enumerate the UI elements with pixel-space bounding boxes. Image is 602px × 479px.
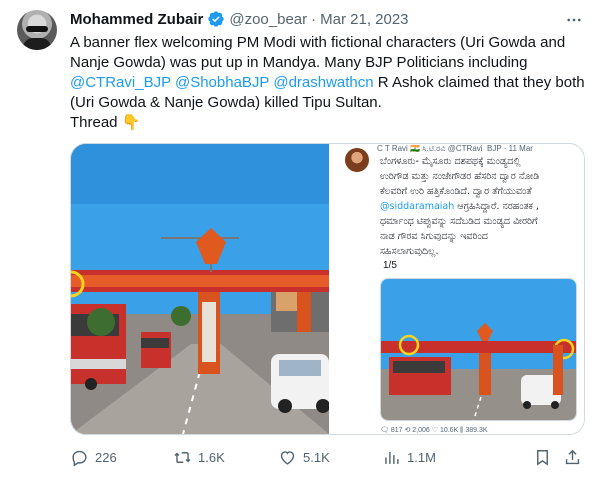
embedded-tweet-text: ಬೆಂಗಳೂರು- ಮೈಸೂರು ದಶಪಥಕ್ಕೆ ಮಂಡ್ಯದಲ್ಲಿ ಉರಿ… bbox=[380, 154, 580, 259]
tweet-text-line-5: Thread 👇 bbox=[70, 114, 141, 131]
like-count: 5.1K bbox=[303, 449, 330, 465]
embedded-action-counts: 🗨 817 ⟲ 2,006 ♡ 10.6K ⫼ 389.3K bbox=[380, 427, 488, 434]
share-button[interactable] bbox=[563, 446, 588, 468]
verified-badge-icon bbox=[208, 11, 225, 27]
embedded-pager: 1/5 bbox=[383, 260, 397, 271]
tweet[interactable]: Mohammed Zubair @zoo_bear · Mar 21, 2023… bbox=[0, 0, 602, 479]
retweet-button[interactable]: 1.6K bbox=[173, 446, 225, 468]
embedded-line-6: ನಾಡ ಗೌರವ ಸಿಗುವುದನ್ನು ಇವರಿಂದ bbox=[380, 231, 488, 242]
tweet-text-line-3-tail: R Ashok claimed that they both bbox=[373, 74, 585, 91]
avatar-glasses bbox=[26, 26, 48, 32]
retweet-count: 1.6K bbox=[198, 449, 225, 465]
tweet-text-line-3: @CTRavi_BJP @ShobhaBJP @drashwathcn R As… bbox=[70, 73, 590, 93]
embedded-header: C T Ravi 🇮🇳 ಸಿ.ಟಿ.ರವಿ @CTRavi_BJP · 11 M… bbox=[377, 144, 533, 152]
embedded-line-1: ಬೆಂಗಳೂರು- ಮೈಸೂರು ದಶಪಥಕ್ಕೆ ಮಂಡ್ಯದಲ್ಲಿ bbox=[380, 156, 521, 167]
views-button[interactable]: 1.1M bbox=[382, 446, 436, 468]
tweet-text-line-4: (Uri Gowda & Nanje Gowda) killed Tipu Su… bbox=[70, 94, 382, 111]
action-bar: 226 1.6K 5.1K 1.1M bbox=[70, 446, 590, 468]
tweet-text-line-1: A banner flex welcoming PM Modi with fic… bbox=[70, 34, 566, 51]
bookmark-button[interactable] bbox=[533, 446, 558, 468]
mention-drashwathcn[interactable]: @drashwathcn bbox=[273, 74, 373, 91]
photo-embedded-tweet-screenshot[interactable]: C T Ravi 🇮🇳 ಸಿ.ಟಿ.ರವಿ @CTRavi_BJP · 11 M… bbox=[333, 144, 584, 434]
embedded-line-3: ಕೆಲವರಿಗೆ ಉರಿ ಹತ್ತಿಕೊಂಡಿದೆ. ದ್ವಾರ ತೆಗೆಯುವ… bbox=[380, 186, 532, 197]
reply-icon bbox=[72, 450, 87, 467]
heart-icon bbox=[280, 450, 295, 465]
retweet-icon bbox=[174, 451, 191, 463]
avatar-shirt bbox=[23, 38, 51, 50]
embedded-line-7: ಸಹಿಸಲಾಗುವುದಿಲ್ಲ. bbox=[380, 246, 439, 257]
views-chart-icon bbox=[385, 451, 399, 464]
reply-count: 226 bbox=[95, 449, 117, 465]
author-handle[interactable]: @zoo_bear bbox=[229, 11, 307, 28]
tweet-header: Mohammed Zubair @zoo_bear · Mar 21, 2023 bbox=[70, 8, 409, 30]
embedded-avatar bbox=[345, 148, 369, 172]
embedded-line-4-text: ಆಗ್ರಹಿಸಿದ್ದಾರೆ. ನರಹಂತಕ , bbox=[457, 201, 539, 212]
embedded-line-2: ಉರಿಗೌಡ ಮತ್ತು ನಂಜೇಗೌಡರ ಹೆಸರಿನ ದ್ವಾರ ನೋಡಿ bbox=[380, 171, 540, 182]
reply-button[interactable]: 226 bbox=[70, 446, 117, 468]
tweet-text: A banner flex welcoming PM Modi with fic… bbox=[70, 33, 590, 133]
like-button[interactable]: 5.1K bbox=[278, 446, 330, 468]
media-grid[interactable]: C T Ravi 🇮🇳 ಸಿ.ಟಿ.ರವಿ @CTRavi_BJP · 11 M… bbox=[70, 143, 585, 435]
separator-dot: · bbox=[311, 10, 317, 28]
tweet-text-line-2: Nanje Gowda) was put up in Mandya. Many … bbox=[70, 54, 528, 71]
share-icon bbox=[565, 449, 580, 464]
photo-banner-street[interactable] bbox=[71, 144, 329, 434]
embedded-line-5: ಧರ್ಮಾಂಧ ಟಿಪ್ಪುವನ್ನು ಸದೆಬಡಿದ ಮಂಡ್ಯದ ವೀರರಿ… bbox=[380, 216, 538, 227]
bookmark-icon bbox=[537, 449, 548, 466]
mention-ctravi[interactable]: @CTRavi_BJP bbox=[70, 74, 171, 91]
mention-shobha[interactable]: @ShobhaBJP bbox=[175, 74, 269, 91]
embedded-photo bbox=[380, 278, 577, 421]
embedded-line-4: @siddaramaiah ಆಗ್ರಹಿಸಿದ್ದಾರೆ. ನರಹಂತಕ , bbox=[380, 199, 580, 214]
more-dots-icon[interactable] bbox=[564, 10, 584, 30]
author-name[interactable]: Mohammed Zubair bbox=[70, 11, 203, 28]
embedded-mention: @siddaramaiah bbox=[380, 201, 455, 212]
author-avatar[interactable] bbox=[17, 10, 57, 50]
views-count: 1.1M bbox=[407, 449, 436, 465]
tweet-date[interactable]: Mar 21, 2023 bbox=[320, 11, 408, 28]
